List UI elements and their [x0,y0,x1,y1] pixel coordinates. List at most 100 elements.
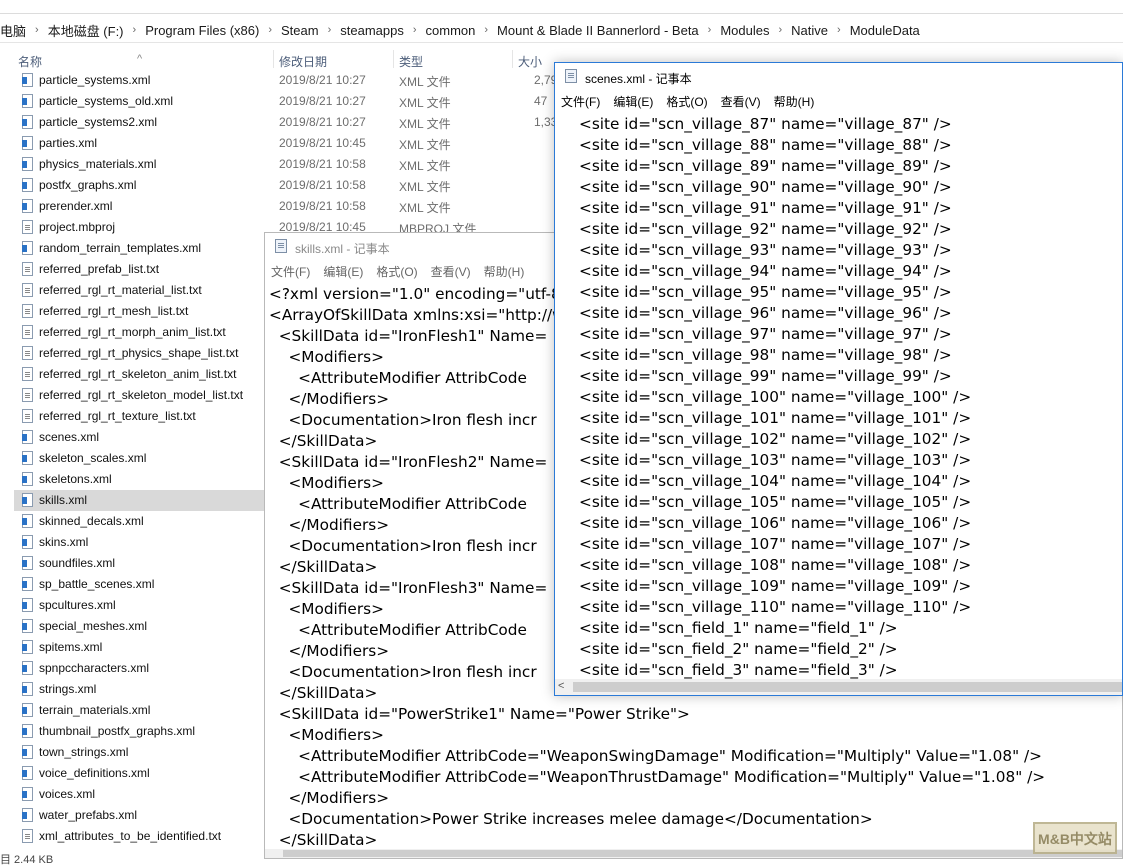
file-row[interactable]: skills.xml [14,490,264,511]
menu-item[interactable]: 格式(O) [660,90,713,110]
column-header-size[interactable]: 大小 [518,53,542,70]
chevron-right-icon[interactable]: › [708,24,712,36]
xml-file-icon [22,115,33,129]
file-row[interactable]: project.mbproj [14,217,264,238]
file-type: XML 文件 [399,138,451,152]
text-line: <site id="scn_field_2" name="field_2" /> [579,640,898,658]
file-row[interactable]: voices.xml [14,784,264,805]
chevron-right-icon[interactable]: › [778,24,782,36]
file-row[interactable]: parties.xml [14,133,264,154]
file-row[interactable]: special_meshes.xml [14,616,264,637]
breadcrumb-item[interactable]: 电脑 [0,21,26,40]
xml-file-icon [22,724,33,738]
menu-item[interactable]: 帮助(H) [478,260,531,280]
file-row[interactable]: soundfiles.xml [14,553,264,574]
file-row[interactable]: referred_rgl_rt_material_list.txt [14,280,264,301]
menu-item[interactable]: 查看(V) [425,260,477,280]
column-header-date[interactable]: 修改日期 [279,53,327,70]
menu-item[interactable]: 查看(V) [715,90,767,110]
file-row[interactable]: skins.xml [14,532,264,553]
file-row[interactable]: spcultures.xml [14,595,264,616]
xml-file-icon [22,766,33,780]
breadcrumb[interactable]: 电脑 › 本地磁盘 (F:) › Program Files (x86) › Steam › s… [0,18,1123,43]
column-header-type[interactable]: 类型 [399,53,423,70]
breadcrumb-item[interactable]: Modules [720,23,769,38]
breadcrumb-item[interactable]: steamapps [340,23,404,38]
file-row[interactable]: particle_systems.xml [14,70,264,91]
xml-file-icon [22,199,33,213]
breadcrumb-item[interactable]: Steam [281,23,319,38]
file-name: skinned_decals.xml [39,514,144,528]
breadcrumb-item[interactable]: ModuleData [850,23,920,38]
file-row[interactable]: physics_materials.xml [14,154,264,175]
file-row[interactable]: spnpccharacters.xml [14,658,264,679]
menu-item[interactable]: 文件(F) [265,260,316,280]
file-type: XML 文件 [399,96,451,110]
file-row[interactable]: town_strings.xml [14,742,264,763]
chevron-right-icon[interactable]: › [413,24,417,36]
text-line: <site id="scn_village_101" name="village… [579,409,972,427]
menu-item[interactable]: 帮助(H) [768,90,821,110]
breadcrumb-item[interactable]: common [426,23,476,38]
chevron-right-icon[interactable]: › [133,24,137,36]
file-row[interactable]: postfx_graphs.xml [14,175,264,196]
file-row[interactable]: particle_systems2.xml [14,112,264,133]
menu-item[interactable]: 编辑(E) [607,90,659,110]
file-row[interactable]: sp_battle_scenes.xml [14,574,264,595]
file-row[interactable]: referred_prefab_list.txt [14,259,264,280]
breadcrumb-item[interactable]: Mount & Blade II Bannerlord - Beta [497,23,699,38]
file-row[interactable]: skeleton_scales.xml [14,448,264,469]
scroll-left-arrow-icon[interactable]: < [558,680,564,692]
file-row[interactable]: referred_rgl_rt_mesh_list.txt [14,301,264,322]
window-title: scenes.xml - 记事本 [585,72,692,86]
title-bar[interactable]: scenes.xml - 记事本 [555,63,1122,90]
chevron-right-icon[interactable]: › [268,24,272,36]
chevron-right-icon[interactable]: › [328,24,332,36]
file-row[interactable]: water_prefabs.xml [14,805,264,826]
file-row[interactable]: scenes.xml [14,427,264,448]
menu-item[interactable]: 格式(O) [370,260,423,280]
file-row[interactable]: voice_definitions.xml [14,763,264,784]
file-name: postfx_graphs.xml [39,178,137,192]
file-name: voice_definitions.xml [39,766,150,780]
chevron-right-icon[interactable]: › [484,24,488,36]
horizontal-scrollbar[interactable]: < [555,679,1122,695]
xml-file-icon [22,682,33,696]
text-line: <site id="scn_village_108" name="village… [579,556,972,574]
xml-file-icon [22,451,33,465]
notepad-window-scenes[interactable]: scenes.xml - 记事本 文件(F) 编辑(E) 格式(O) 查看(V) 帮助(… [554,62,1123,696]
file-row[interactable]: referred_rgl_rt_texture_list.txt [14,406,264,427]
text-editor-area[interactable]: <site id="scn_village_87" name="village_… [579,114,971,681]
file-row[interactable]: skeletons.xml [14,469,264,490]
breadcrumb-item[interactable]: Native [791,23,828,38]
file-date: 2019/8/21 10:27 [279,115,366,129]
file-row[interactable]: skinned_decals.xml [14,511,264,532]
column-header-name[interactable]: 名称 [18,53,42,70]
file-row[interactable]: terrain_materials.xml [14,700,264,721]
file-date: 2019/8/21 10:27 [279,73,366,87]
file-row[interactable]: referred_rgl_rt_physics_shape_list.txt [14,343,264,364]
scrollbar-thumb[interactable] [283,850,1122,857]
xml-file-icon [22,703,33,717]
file-row[interactable]: prerender.xml [14,196,264,217]
file-row[interactable]: referred_rgl_rt_skeleton_model_list.txt [14,385,264,406]
file-row[interactable]: spitems.xml [14,637,264,658]
file-row[interactable]: xml_attributes_to_be_identified.txt [14,826,264,847]
xml-file-icon [22,535,33,549]
file-row[interactable]: random_terrain_templates.xml [14,238,264,259]
file-row[interactable]: referred_rgl_rt_skeleton_anim_list.txt [14,364,264,385]
text-line: <site id="scn_village_87" name="village_… [579,115,952,133]
breadcrumb-item[interactable]: 本地磁盘 (F:) [48,21,124,40]
file-row[interactable]: strings.xml [14,679,264,700]
chevron-right-icon[interactable]: › [35,24,39,36]
xml-file-icon [22,808,33,822]
menu-item[interactable]: 编辑(E) [317,260,369,280]
file-row[interactable]: thumbnail_postfx_graphs.xml [14,721,264,742]
chevron-right-icon[interactable]: › [837,24,841,36]
file-row[interactable]: particle_systems_old.xml [14,91,264,112]
breadcrumb-item[interactable]: Program Files (x86) [145,23,259,38]
horizontal-scrollbar[interactable] [265,849,1122,858]
file-row[interactable]: referred_rgl_rt_morph_anim_list.txt [14,322,264,343]
scrollbar-thumb[interactable] [573,682,1122,692]
menu-item[interactable]: 文件(F) [555,90,606,110]
